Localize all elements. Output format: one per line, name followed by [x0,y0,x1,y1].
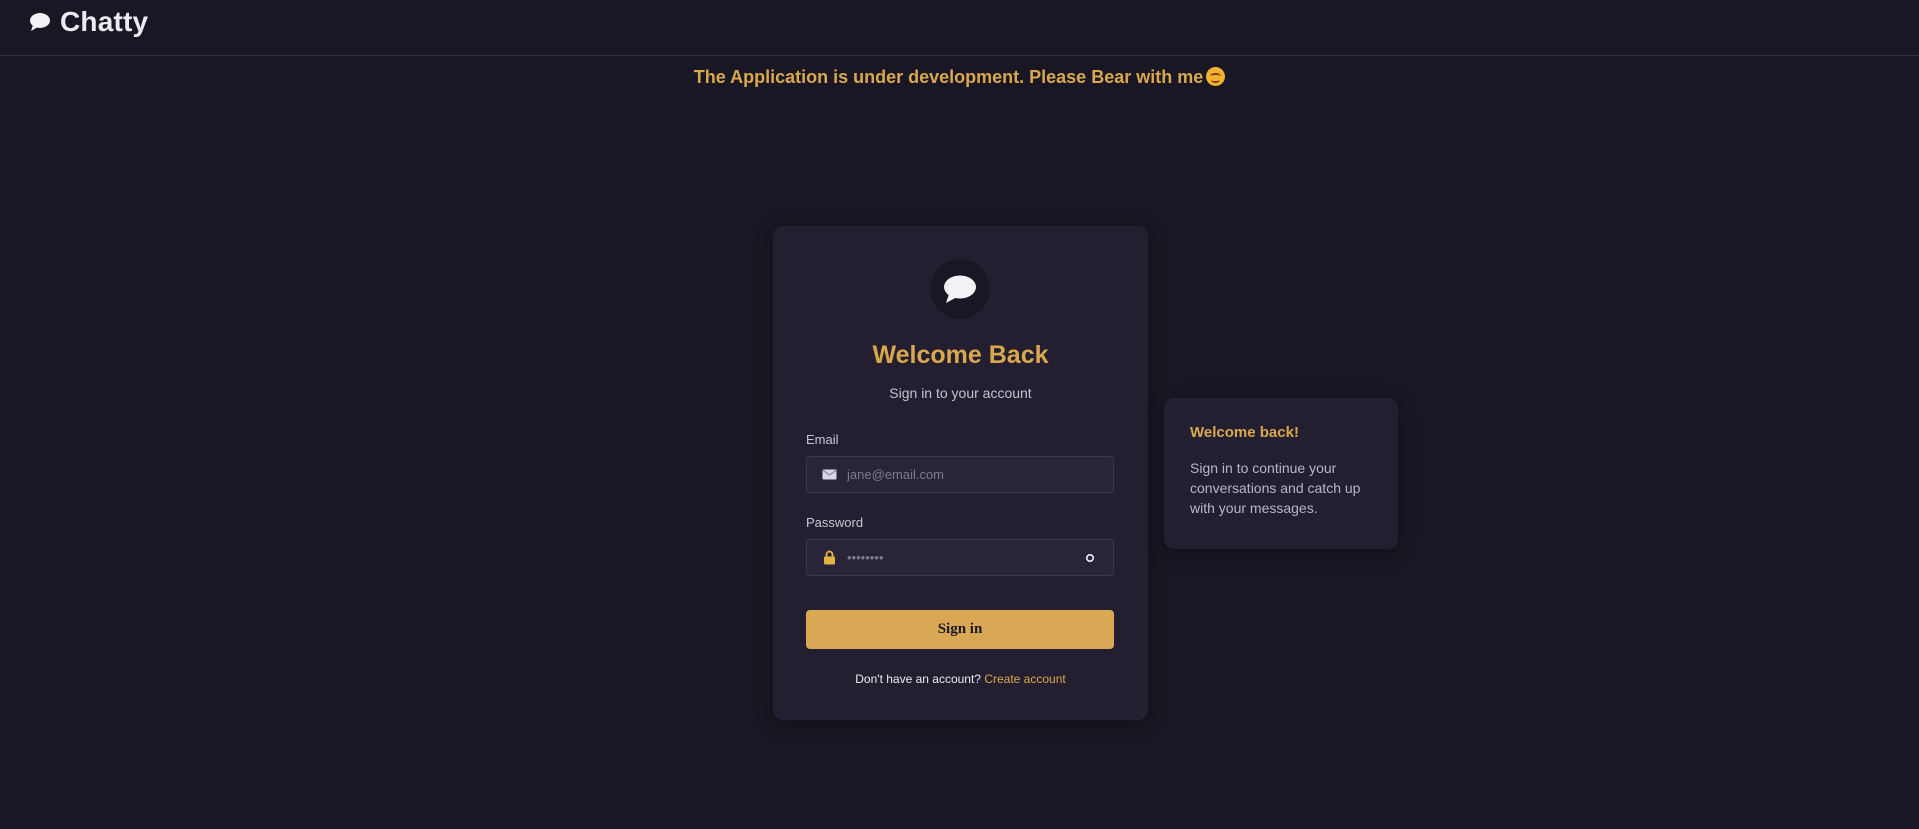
info-title: Welcome back! [1190,424,1299,441]
email-input[interactable] [847,457,1113,492]
email-field-wrapper [806,456,1114,493]
banner-text: The Application is under development. Pl… [693,67,1204,87]
login-card: Welcome Back Sign in to your account Ema… [773,226,1148,720]
signup-prompt: Don't have an account? Create account [773,672,1148,686]
email-label: Email [806,432,839,447]
create-account-link[interactable]: Create account [984,672,1065,686]
development-banner: The Application is under development. Pl… [0,67,1919,88]
lock-icon [821,550,837,566]
chat-bubble-icon [944,275,976,303]
envelope-icon [821,467,837,483]
login-subtitle: Sign in to your account [889,385,1032,401]
smiling-face-icon [1206,67,1226,86]
show-password-toggle[interactable] [1082,550,1098,566]
brand-link[interactable]: Chatty [29,6,148,38]
navbar: Chatty [0,0,1919,56]
signup-prompt-text: Don't have an account? [855,672,981,686]
info-text: Sign in to continue your conversations a… [1190,460,1361,516]
sign-in-button[interactable]: Sign in [806,610,1114,649]
password-field-wrapper [806,539,1114,576]
password-input[interactable] [847,540,1082,575]
eye-icon [1085,553,1095,562]
password-label: Password [806,515,864,530]
app-name: Chatty [60,6,149,37]
welcome-info-card: Welcome back! Sign in to continue your c… [1164,398,1398,549]
login-title: Welcome Back [872,341,1049,369]
login-logo [930,259,990,319]
chat-bubble-icon [29,12,51,32]
